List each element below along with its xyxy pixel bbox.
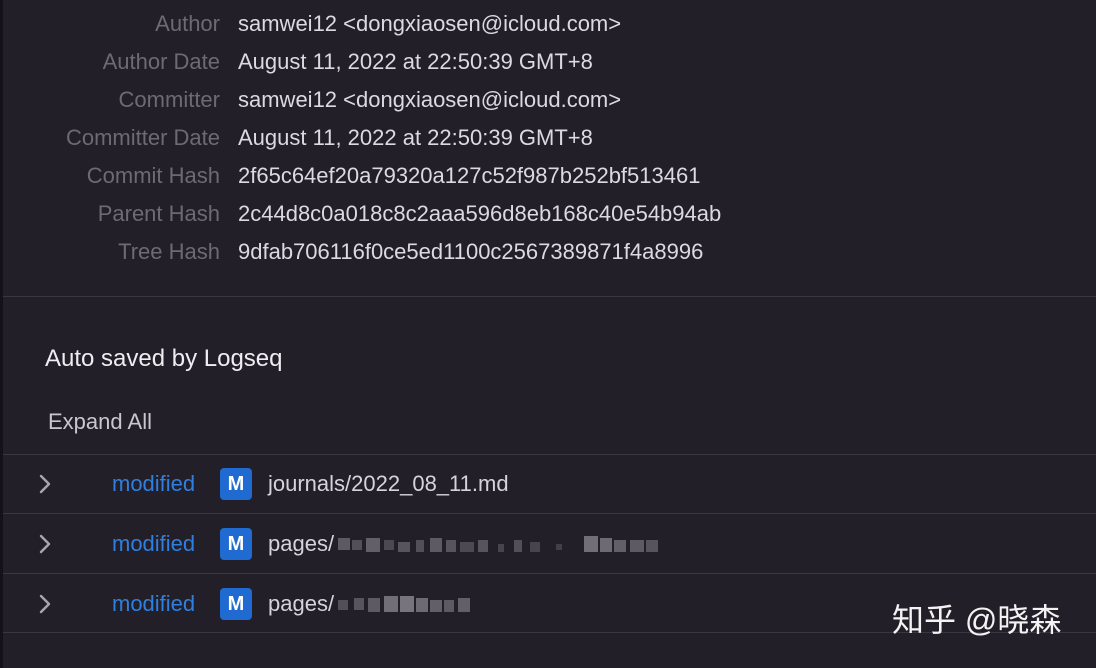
author-row: Author samwei12 <dongxiaosen@icloud.com> <box>0 5 1096 43</box>
committer-value: samwei12 <dongxiaosen@icloud.com> <box>238 87 622 112</box>
file-path: pages/ <box>268 531 335 556</box>
tree-hash-value: 9dfab706116f0ce5ed1100c2567389871f4a8996 <box>238 239 704 264</box>
commit-hash-value: 2f65c64ef20a79320a127c52f987b252bf513461 <box>238 163 701 188</box>
committer-row: Committer samwei12 <dongxiaosen@icloud.c… <box>0 81 1096 119</box>
committer-date-row: Committer Date August 11, 2022 at 22:50:… <box>0 119 1096 157</box>
author-date-value: August 11, 2022 at 22:50:39 GMT+8 <box>238 49 593 74</box>
metadata-divider <box>3 296 1096 297</box>
tree-hash-label: Tree Hash <box>118 239 220 264</box>
parent-hash-value[interactable]: 2c44d8c0a018c8c2aaa596d8eb168c40e54b94ab <box>238 195 721 233</box>
committer-label: Committer <box>118 87 220 112</box>
committer-date-label: Committer Date <box>65 125 220 150</box>
file-status: modified <box>112 531 196 556</box>
chevron-right-icon[interactable] <box>33 469 57 499</box>
modified-badge-icon: M <box>220 528 252 560</box>
modified-badge-icon: M <box>220 588 252 620</box>
file-status: modified <box>112 471 196 496</box>
committer-date-value: August 11, 2022 at 22:50:39 GMT+8 <box>238 125 593 150</box>
chevron-right-icon[interactable] <box>33 589 57 619</box>
tree-hash-row: Tree Hash 9dfab706116f0ce5ed1100c2567389… <box>0 233 1096 271</box>
file-row[interactable]: modified M journals/2022_08_11.md <box>3 454 1096 514</box>
redacted-filename <box>338 594 478 616</box>
expand-all-button[interactable]: Expand All <box>48 404 152 440</box>
commit-message: Auto saved by Logseq <box>45 345 283 372</box>
author-value: samwei12 <dongxiaosen@icloud.com> <box>238 11 622 36</box>
author-date-row: Author Date August 11, 2022 at 22:50:39 … <box>0 43 1096 81</box>
commit-hash-row: Commit Hash 2f65c64ef20a79320a127c52f987… <box>0 157 1096 195</box>
commit-hash-label: Commit Hash <box>86 163 220 188</box>
author-date-label: Author Date <box>102 49 220 74</box>
parent-hash-row: Parent Hash 2c44d8c0a018c8c2aaa596d8eb16… <box>0 195 1096 233</box>
file-path: journals/2022_08_11.md <box>268 471 509 496</box>
chevron-right-icon[interactable] <box>33 529 57 559</box>
commit-detail-view: Author samwei12 <dongxiaosen@icloud.com>… <box>0 0 1096 668</box>
file-path: pages/ <box>268 591 335 616</box>
file-status: modified <box>112 591 196 616</box>
watermark: 知乎 @晓森 <box>892 602 1062 638</box>
redacted-filename <box>338 534 674 556</box>
author-label: Author <box>155 11 220 36</box>
parent-hash-label: Parent Hash <box>97 201 220 226</box>
modified-badge-icon: M <box>220 468 252 500</box>
